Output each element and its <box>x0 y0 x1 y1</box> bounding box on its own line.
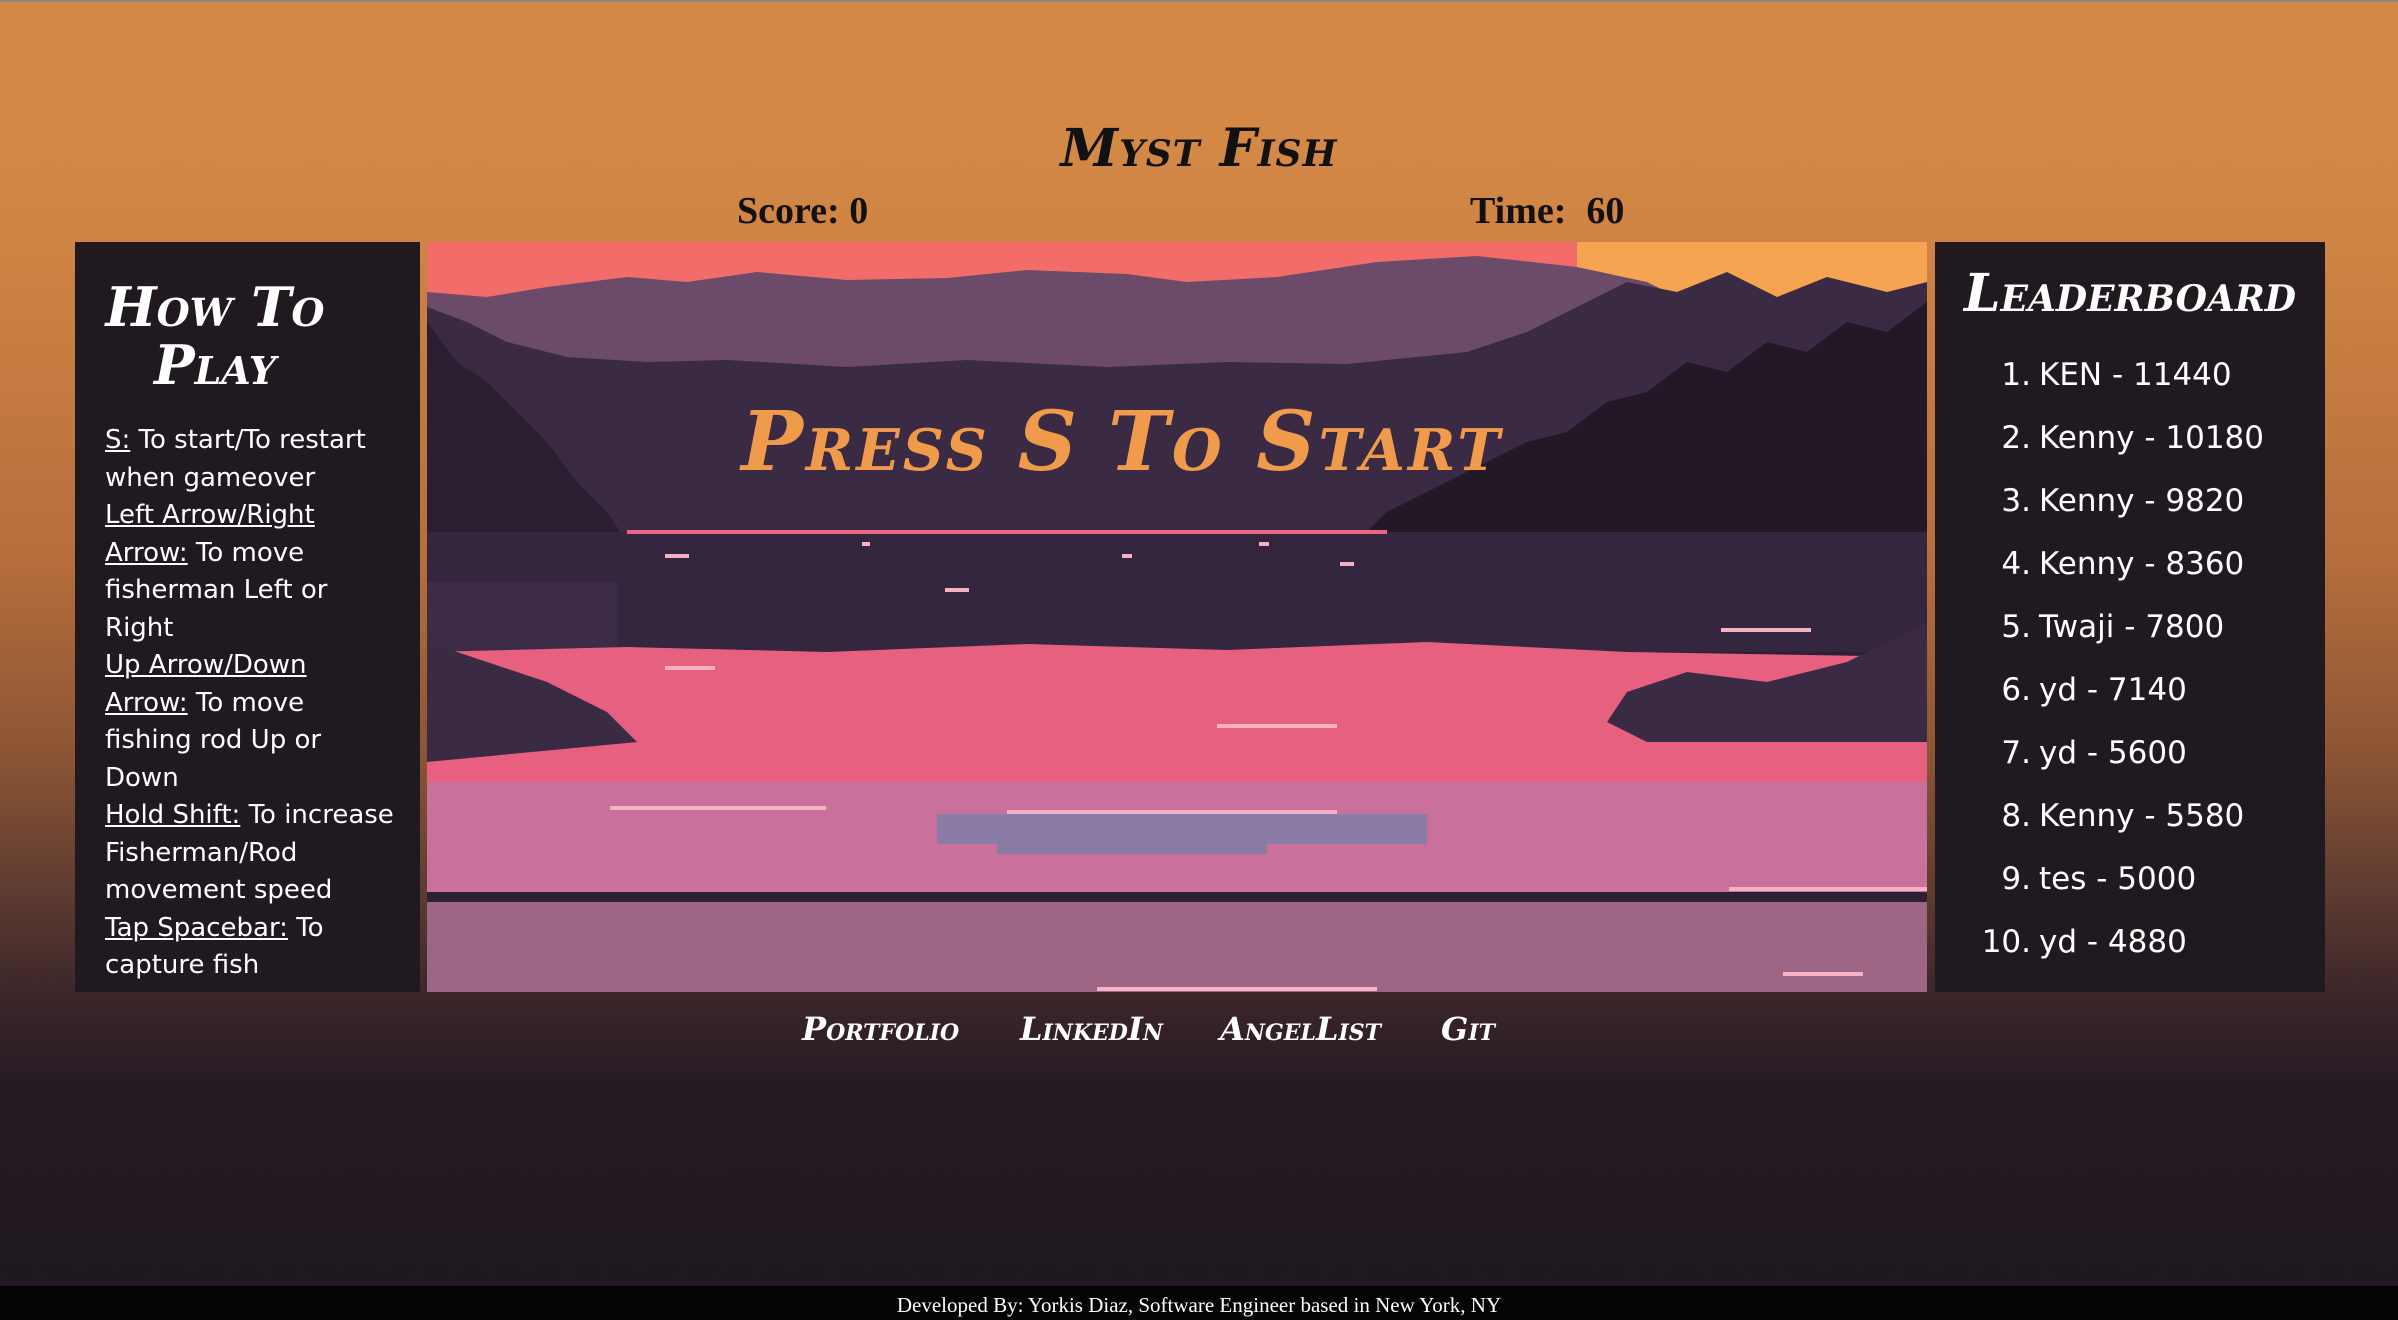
leaderboard-rank: 9. <box>2001 861 2031 897</box>
leaderboard-score: yd - 7140 <box>2039 672 2187 708</box>
leaderboard-score: Kenny - 5580 <box>2039 798 2245 834</box>
leaderboard-entry: 8. Kenny - 5580 <box>1935 795 2325 858</box>
start-key-text: S <box>1017 394 1081 490</box>
instruction-text-start: To start/To restart when gameover <box>105 425 366 493</box>
leaderboard-entry: 7. yd - 5600 <box>1935 732 2325 795</box>
top-border <box>0 0 2398 2</box>
game-canvas[interactable]: Press S To Start <box>427 242 1927 992</box>
leaderboard-score: KEN - 11440 <box>2039 357 2232 393</box>
angellist-link[interactable]: AngelList <box>1220 1010 1381 1048</box>
time-value: 60 <box>1586 190 1625 232</box>
instruction-key-start: S: <box>105 425 131 455</box>
instruction-key-spacebar: Tap Spacebar: <box>105 912 288 943</box>
leaderboard-score: yd - 4880 <box>2039 924 2187 960</box>
leaderboard-score: yd - 5600 <box>2039 735 2187 771</box>
time-display: Time: 60 <box>1470 189 1624 233</box>
leaderboard-rank: 7. <box>2001 735 2031 771</box>
instruction-key-shift: Hold Shift: <box>105 800 241 830</box>
leaderboard-score: tes - 5000 <box>2039 861 2197 897</box>
leaderboard-rank: 1. <box>2001 357 2031 393</box>
git-link[interactable]: Git <box>1441 1010 1495 1048</box>
to-start-text: To Start <box>1108 394 1503 490</box>
score-value: 0 <box>849 190 869 232</box>
how-to-play-title-line2: Play <box>153 333 277 397</box>
press-text: Press <box>741 394 990 490</box>
score-display: Score: 0 <box>737 189 868 233</box>
how-to-play-title: How To Play <box>75 278 355 394</box>
how-to-play-title-line1: How To <box>105 275 325 339</box>
leaderboard-rank: 5. <box>2001 609 2031 645</box>
leaderboard-rank: 6. <box>2001 672 2031 708</box>
leaderboard-score: Kenny - 10180 <box>2039 420 2265 456</box>
score-label: Score: <box>737 190 840 232</box>
lake-scene-image <box>427 242 1927 992</box>
instructions: S: To start/To restart when gameover Lef… <box>105 422 395 985</box>
leaderboard-panel: Leaderboard 1. KEN - 11440 2. Kenny - 1018… <box>1935 242 2325 992</box>
leaderboard-rank: 2. <box>2001 420 2031 456</box>
leaderboard-rank: 8. <box>2001 798 2031 834</box>
game-title: Myst Fish <box>1060 118 1338 179</box>
leaderboard-title: Leaderboard <box>1963 263 2297 324</box>
leaderboard-score: Kenny - 8360 <box>2039 546 2245 582</box>
leaderboard-entry: 10. yd - 4880 <box>1935 921 2325 984</box>
press-to-start-overlay: Press S To Start <box>427 394 1817 490</box>
leaderboard-list: 1. KEN - 11440 2. Kenny - 10180 3. Kenny - … <box>1935 354 2325 984</box>
leaderboard-entry: 4. Kenny - 8360 <box>1935 543 2325 606</box>
leaderboard-rank: 10. <box>1981 924 2031 960</box>
leaderboard-entry: 9. tes - 5000 <box>1935 858 2325 921</box>
leaderboard-entry: 5. Twaji - 7800 <box>1935 606 2325 669</box>
leaderboard-rank: 3. <box>2001 483 2031 519</box>
leaderboard-score: Twaji - 7800 <box>2039 609 2225 645</box>
leaderboard-entry: 2. Kenny - 10180 <box>1935 417 2325 480</box>
leaderboard-score: Kenny - 9820 <box>2039 483 2245 519</box>
how-to-play-panel: How To Play S: To start/To restart when … <box>75 242 420 992</box>
leaderboard-rank: 4. <box>2001 546 2031 582</box>
linkedin-link[interactable]: LinkedIn <box>1020 1010 1163 1048</box>
leaderboard-entry: 3. Kenny - 9820 <box>1935 480 2325 543</box>
leaderboard-entry: 6. yd - 7140 <box>1935 669 2325 732</box>
portfolio-link[interactable]: Portfolio <box>802 1010 959 1048</box>
time-label: Time: <box>1470 190 1567 232</box>
footer-credit: Developed By: Yorkis Diaz, Software Engi… <box>0 1286 2398 1320</box>
leaderboard-entry: 1. KEN - 11440 <box>1935 354 2325 417</box>
social-links: Portfolio LinkedIn AngelList Git <box>0 1010 2398 1050</box>
